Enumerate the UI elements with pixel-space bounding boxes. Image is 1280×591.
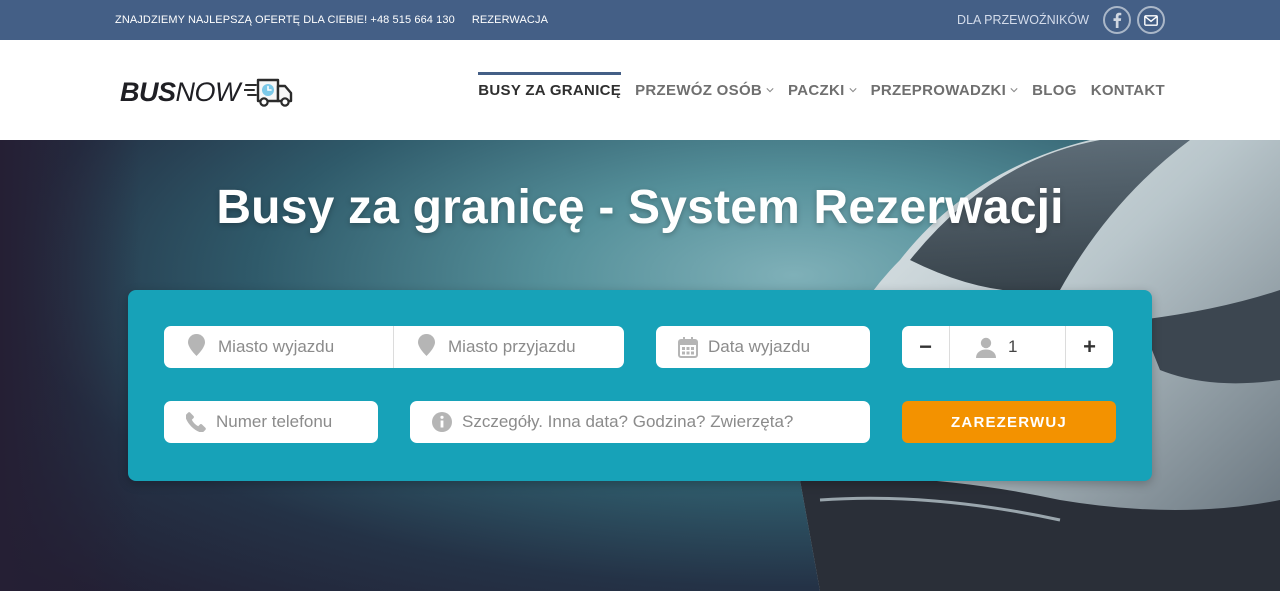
phone-input[interactable]: Numer telefonu	[164, 401, 378, 443]
nav-label: BUSY ZA GRANICĘ	[478, 81, 622, 99]
nav-label: BLOG	[1032, 81, 1077, 99]
details-placeholder: Szczegóły. Inna data? Godzina? Zwierzęta…	[462, 412, 794, 431]
carriers-link[interactable]: DLA PRZEWOŹNIKÓW	[957, 13, 1089, 27]
details-input[interactable]: Szczegóły. Inna data? Godzina? Zwierzęta…	[410, 401, 870, 443]
site-header: BUSNOW BUSY ZA GRANICĘ PRZEWÓZ OSÓB PACZ…	[0, 40, 1280, 140]
hero: Busy za granicę - System Rezerwacji Mias…	[0, 140, 1280, 591]
chevron-down-icon	[848, 88, 857, 93]
passenger-stepper: − 1 +	[902, 326, 1113, 368]
logo-text: BUSNOW	[120, 76, 241, 107]
route-fields: Miasto wyjazdu Miasto przyjazdu	[164, 326, 624, 368]
phone-icon	[186, 411, 206, 433]
facebook-icon[interactable]	[1103, 6, 1131, 34]
info-icon	[432, 411, 452, 433]
nav-przewoz-osob[interactable]: PRZEWÓZ OSÓB	[628, 40, 781, 140]
reserve-button[interactable]: ZAREZERWUJ	[902, 401, 1116, 443]
to-city-input[interactable]: Miasto przyjazdu	[394, 326, 624, 368]
user-icon	[976, 336, 996, 358]
van-icon	[244, 78, 293, 107]
minus-icon: −	[919, 334, 932, 359]
top-bar-left: ZNAJDZIEMY NAJLEPSZĄ OFERTĘ DLA CIEBIE! …	[115, 0, 548, 40]
nav-label: PRZEPROWADZKI	[870, 81, 1007, 99]
to-city-placeholder: Miasto przyjazdu	[448, 337, 576, 356]
nav-label: PACZKI	[788, 81, 845, 99]
booking-panel: Miasto wyjazdu Miasto przyjazdu Data wyj…	[128, 290, 1152, 481]
increase-passengers-button[interactable]: +	[1066, 326, 1113, 368]
from-city-placeholder: Miasto wyjazdu	[218, 337, 335, 356]
logo[interactable]: BUSNOW	[120, 74, 320, 110]
logo-bold: BUS	[120, 76, 176, 107]
top-bar-right: DLA PRZEWOŹNIKÓW	[957, 0, 1165, 40]
nav-blog[interactable]: BLOG	[1025, 40, 1084, 140]
nav-paczki[interactable]: PACZKI	[781, 40, 864, 140]
hero-title: Busy za granicę - System Rezerwacji	[216, 181, 1064, 234]
passenger-count-value: 1	[1008, 337, 1018, 356]
chevron-down-icon	[766, 88, 774, 93]
main-nav: BUSY ZA GRANICĘ PRZEWÓZ OSÓB PACZKI PRZE…	[471, 40, 1165, 140]
passenger-count[interactable]: 1	[949, 326, 1066, 368]
map-pin-icon	[188, 333, 206, 361]
from-city-input[interactable]: Miasto wyjazdu	[164, 326, 394, 368]
nav-label: PRZEWÓZ OSÓB	[635, 81, 763, 99]
nav-przeprowadzki[interactable]: PRZEPROWADZKI	[864, 40, 1026, 140]
plus-icon: +	[1083, 334, 1096, 359]
nav-busy-za-granice[interactable]: BUSY ZA GRANICĘ	[471, 40, 628, 140]
logo-light: NOW	[175, 76, 241, 107]
decrease-passengers-button[interactable]: −	[902, 326, 949, 368]
top-bar: ZNAJDZIEMY NAJLEPSZĄ OFERTĘ DLA CIEBIE! …	[0, 0, 1280, 40]
calendar-icon	[678, 336, 698, 358]
phone-placeholder: Numer telefonu	[216, 412, 333, 431]
date-input[interactable]: Data wyjazdu	[656, 326, 870, 368]
map-pin-icon	[418, 333, 436, 361]
nav-label: KONTAKT	[1090, 81, 1165, 99]
chevron-down-icon	[1010, 88, 1018, 93]
date-placeholder: Data wyjazdu	[708, 337, 811, 356]
nav-kontakt[interactable]: KONTAKT	[1084, 40, 1165, 140]
promo-text: ZNAJDZIEMY NAJLEPSZĄ OFERTĘ DLA CIEBIE! …	[115, 14, 455, 26]
email-icon[interactable]	[1137, 6, 1165, 34]
reservation-link[interactable]: REZERWACJA	[472, 14, 548, 26]
